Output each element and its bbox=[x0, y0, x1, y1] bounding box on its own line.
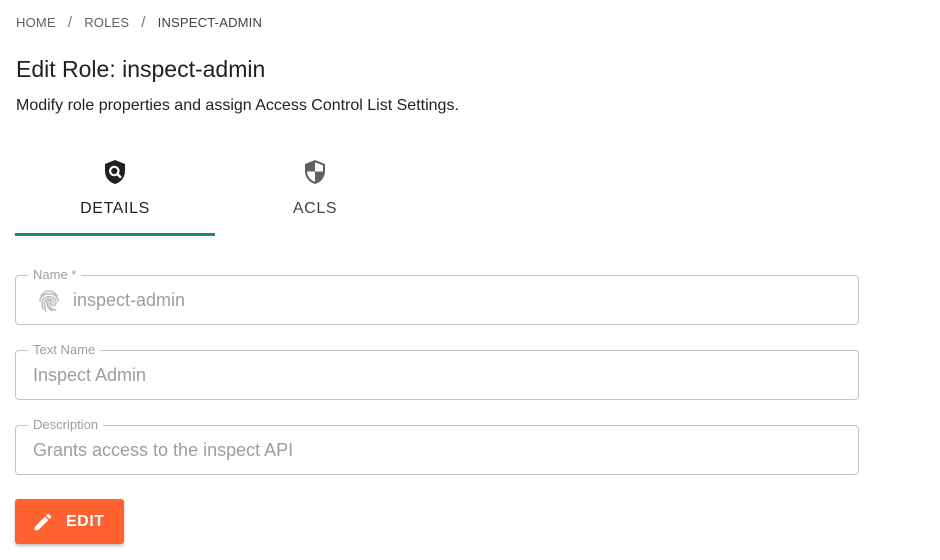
tab-details[interactable]: DETAILS bbox=[15, 150, 215, 236]
description-field[interactable]: Description Grants access to the inspect… bbox=[15, 417, 859, 475]
edit-button[interactable]: EDIT bbox=[15, 499, 124, 544]
name-field-value: inspect-admin bbox=[73, 290, 186, 310]
name-field-label: Name * bbox=[28, 267, 82, 283]
text-name-field-label: Text Name bbox=[28, 342, 101, 358]
page-subtitle: Modify role properties and assign Access… bbox=[16, 97, 459, 114]
description-field-value: Grants access to the inspect API bbox=[33, 440, 294, 460]
tab-acls-label: ACLS bbox=[292, 200, 338, 217]
text-name-field[interactable]: Text Name Inspect Admin bbox=[15, 342, 859, 400]
breadcrumb: HOME / ROLES / INSPECT-ADMIN bbox=[16, 14, 262, 31]
tab-acls[interactable]: ACLS bbox=[215, 150, 415, 234]
name-field[interactable]: Name * inspect-admin bbox=[15, 267, 859, 325]
shield-search-icon bbox=[102, 158, 128, 186]
tab-details-label: DETAILS bbox=[80, 200, 150, 217]
breadcrumb-roles[interactable]: ROLES bbox=[84, 15, 129, 30]
breadcrumb-separator: / bbox=[141, 14, 146, 31]
breadcrumb-separator: / bbox=[67, 14, 73, 31]
breadcrumb-current: INSPECT-ADMIN bbox=[157, 15, 263, 30]
text-name-field-value: Inspect Admin bbox=[33, 365, 147, 385]
pencil-icon bbox=[32, 511, 54, 533]
description-field-label: Description bbox=[28, 417, 104, 433]
tab-bar: DETAILS ACLS bbox=[15, 150, 415, 236]
shield-half-icon bbox=[302, 158, 328, 186]
edit-button-label: EDIT bbox=[66, 512, 105, 530]
fingerprint-icon bbox=[36, 288, 62, 314]
breadcrumb-home[interactable]: HOME bbox=[16, 15, 56, 30]
page-title: Edit Role: inspect-admin bbox=[16, 56, 266, 82]
